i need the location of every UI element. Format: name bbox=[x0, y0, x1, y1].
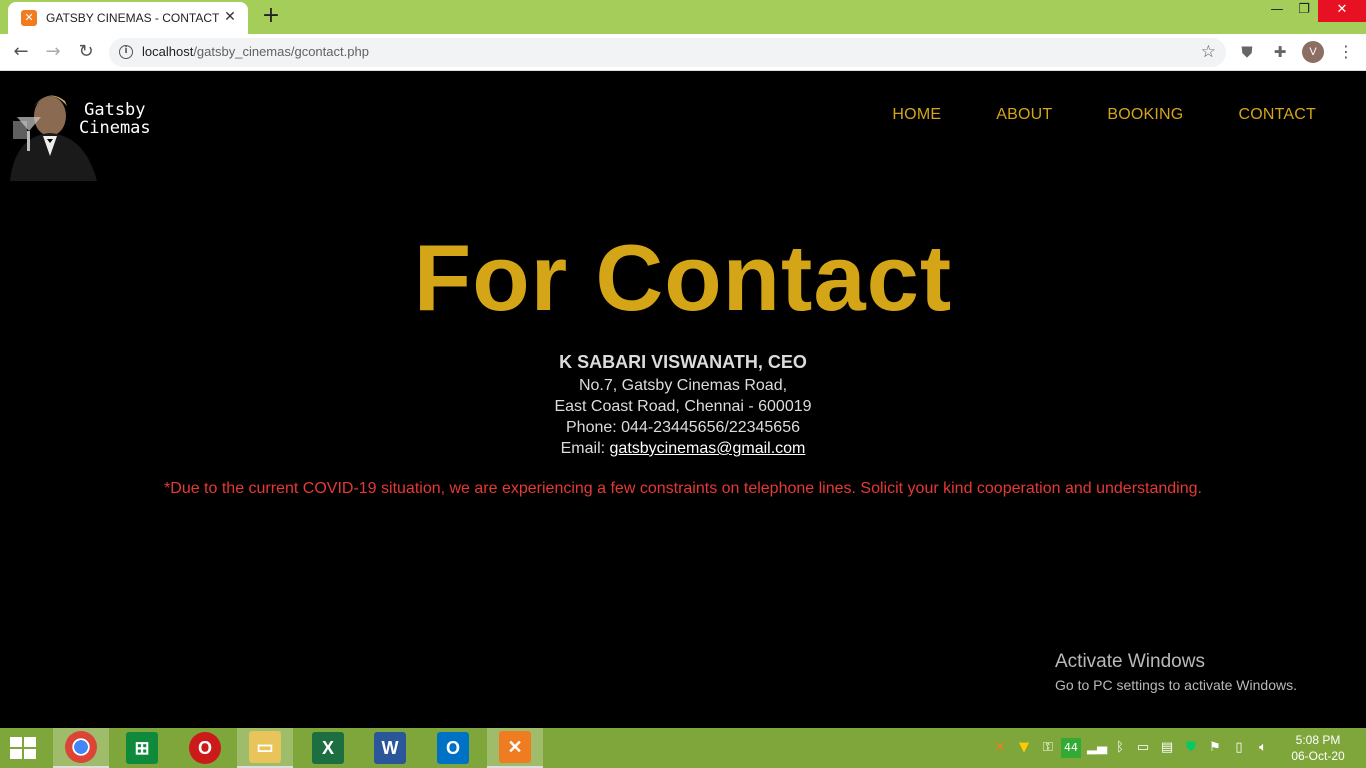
close-window-icon[interactable]: ✕ bbox=[1318, 0, 1366, 22]
logo-text-line1: Gatsby bbox=[84, 100, 146, 120]
volume-tray-icon[interactable]: 🔈︎ bbox=[1254, 738, 1272, 758]
reload-icon[interactable]: ↻ bbox=[75, 41, 97, 63]
store-icon: ⊞ bbox=[126, 732, 158, 764]
address-line1: No.7, Gatsby Cinemas Road, bbox=[578, 377, 788, 394]
clock-time: 5:08 PM bbox=[1295, 733, 1341, 747]
tray-badge[interactable]: 44 bbox=[1061, 738, 1081, 758]
windows-start-icon[interactable] bbox=[10, 737, 38, 761]
taskbar-opera[interactable]: O bbox=[177, 728, 233, 768]
forward-arrow-icon[interactable]: → bbox=[42, 41, 64, 63]
contact-name: K SABARI VISWANATH, CEO bbox=[559, 352, 807, 372]
watermark-title: Activate Windows bbox=[1055, 651, 1205, 672]
menu-dots-icon[interactable]: ⋮ bbox=[1336, 42, 1356, 62]
tab-title: GATSBY CINEMAS - CONTACT bbox=[46, 11, 220, 25]
url-host: localhost bbox=[142, 44, 194, 59]
excel-icon: X bbox=[312, 732, 344, 764]
covid-notice: *Due to the current COVID-19 situation, … bbox=[164, 480, 1202, 497]
puzzle-extensions-icon[interactable]: ✚ bbox=[1270, 42, 1290, 62]
taskbar-outlook[interactable]: O bbox=[425, 728, 481, 768]
lock-tray-icon[interactable]: ⚿ bbox=[1039, 738, 1057, 758]
nav-booking-link[interactable]: BOOKING bbox=[1107, 106, 1183, 124]
taskbar-xampp[interactable]: ✕ bbox=[487, 728, 543, 768]
browser-tab[interactable]: ✕ GATSBY CINEMAS - CONTACT ✕ bbox=[8, 2, 248, 34]
taskbar-excel[interactable]: X bbox=[300, 728, 356, 768]
network-tray-icon[interactable]: ▤ bbox=[1158, 738, 1176, 758]
logo-text-line2: Cinemas bbox=[79, 118, 151, 138]
action-center-tray-icon[interactable]: ⚑ bbox=[1206, 738, 1224, 758]
browser-tabstrip: ✕ GATSBY CINEMAS - CONTACT ✕ + — ❐ ✕ bbox=[0, 0, 1366, 34]
taskbar-clock[interactable]: 5:08 PM 06-Oct-20 bbox=[1286, 732, 1350, 764]
nav-about-link[interactable]: ABOUT bbox=[996, 106, 1052, 124]
close-tab-icon[interactable]: ✕ bbox=[222, 9, 238, 25]
email-row: Email: gatsbycinemas@gmail.com bbox=[0, 438, 1366, 459]
main-nav: HOME ABOUT BOOKING CONTACT bbox=[892, 106, 1316, 124]
shield-extension-icon[interactable]: ⛊ bbox=[1237, 42, 1257, 62]
activate-windows-watermark: Activate Windows Go to PC settings to ac… bbox=[1055, 651, 1297, 693]
battery-tray-icon[interactable]: ▯ bbox=[1230, 738, 1248, 758]
nav-contact-link[interactable]: CONTACT bbox=[1238, 106, 1316, 124]
email-label: Email: bbox=[560, 440, 610, 457]
site-logo[interactable]: Gatsby Cinemas bbox=[5, 81, 165, 181]
bookmark-star-icon[interactable]: ☆ bbox=[1201, 42, 1216, 62]
restore-window-icon[interactable]: ❐ bbox=[1289, 0, 1319, 22]
word-icon: W bbox=[374, 732, 406, 764]
bluetooth-tray-icon[interactable]: ᛒ bbox=[1111, 738, 1129, 758]
contact-info: K SABARI VISWANATH, CEO No.7, Gatsby Cin… bbox=[0, 349, 1366, 459]
taskbar-store[interactable]: ⊞ bbox=[114, 728, 170, 768]
vlc-tray-icon[interactable]: ▼ bbox=[1015, 738, 1033, 758]
taskbar-word[interactable]: W bbox=[362, 728, 418, 768]
browser-toolbar: ← → ↻ i localhost/gatsby_cinemas/gcontac… bbox=[0, 34, 1366, 71]
logo-text: Gatsby Cinemas bbox=[79, 101, 151, 137]
phone-text: Phone: 044-23445656/22345656 bbox=[566, 419, 800, 436]
clock-date: 06-Oct-20 bbox=[1291, 749, 1345, 763]
outlook-icon: O bbox=[437, 732, 469, 764]
taskbar-file-explorer[interactable]: ▭ bbox=[237, 728, 293, 768]
email-link[interactable]: gatsbycinemas@gmail.com bbox=[610, 440, 806, 457]
chrome-icon bbox=[65, 731, 97, 763]
new-tab-icon[interactable]: + bbox=[259, 4, 283, 28]
signal-tray-icon[interactable]: ▂▄ bbox=[1087, 738, 1107, 758]
nav-home-link[interactable]: HOME bbox=[892, 106, 941, 124]
back-arrow-icon[interactable]: ← bbox=[10, 41, 32, 63]
watermark-subtitle: Go to PC settings to activate Windows. bbox=[1055, 677, 1297, 693]
windows-taskbar: ⊞ O ▭ X W O ✕ ✕ ▼ ⚿ 44 ▂▄ ᛒ ▭ ▤ ⛊ ⚑ ▯ 🔈︎… bbox=[0, 728, 1366, 768]
page-title: For Contact bbox=[413, 225, 953, 330]
page-content: Gatsby Cinemas HOME ABOUT BOOKING CONTAC… bbox=[0, 71, 1366, 728]
url-text[interactable]: localhost/gatsby_cinemas/gcontact.php bbox=[142, 44, 369, 59]
url-path: /gatsby_cinemas/gcontact.php bbox=[193, 44, 369, 59]
opera-icon: O bbox=[189, 732, 221, 764]
xampp-tray-icon[interactable]: ✕ bbox=[991, 738, 1009, 758]
folder-icon: ▭ bbox=[249, 731, 281, 763]
security-shield-tray-icon[interactable]: ⛊ bbox=[1182, 738, 1200, 758]
minimize-window-icon[interactable]: — bbox=[1262, 0, 1292, 22]
taskbar-chrome[interactable] bbox=[53, 728, 109, 768]
xampp-icon: ✕ bbox=[499, 731, 531, 763]
xampp-favicon-icon: ✕ bbox=[21, 10, 37, 26]
address-bar[interactable]: i localhost/gatsby_cinemas/gcontact.php … bbox=[109, 38, 1226, 67]
address-line2: East Coast Road, Chennai - 600019 bbox=[554, 398, 812, 415]
site-info-icon[interactable]: i bbox=[119, 45, 133, 59]
profile-avatar[interactable]: V bbox=[1302, 41, 1324, 63]
display-tray-icon[interactable]: ▭ bbox=[1134, 738, 1152, 758]
